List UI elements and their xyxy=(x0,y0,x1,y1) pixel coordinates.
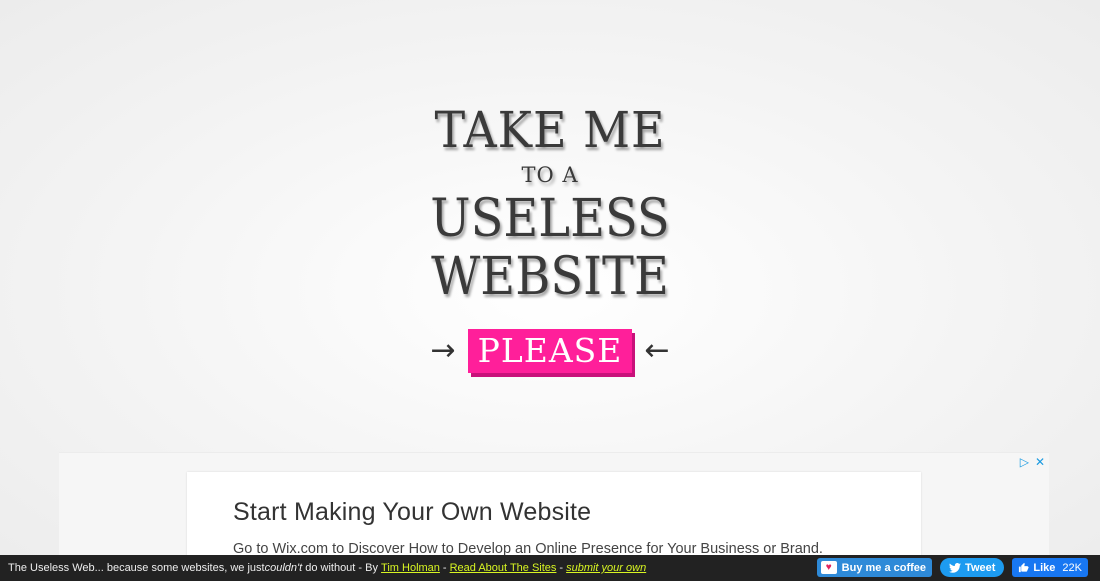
footer-bar: The Useless Web... because some websites… xyxy=(0,555,1100,581)
twitter-bird-icon xyxy=(949,562,962,573)
title-line-website: WEBSITE xyxy=(431,247,669,307)
footer-separator: - xyxy=(442,562,447,574)
ad-headline[interactable]: Start Making Your Own Website xyxy=(233,498,921,527)
social-buttons: ♥ Buy me a coffee Tweet Like 22K xyxy=(816,558,1088,577)
please-button[interactable]: PLEASE xyxy=(467,329,633,373)
footer-prefix: The Useless Web... because some websites… xyxy=(8,562,265,574)
buy-coffee-label: Buy me a coffee xyxy=(841,561,927,574)
ad-container: ▷ ✕ Start Making Your Own Website Go to … xyxy=(59,452,1049,581)
title-line-take-me: TAKE ME xyxy=(434,101,666,159)
submit-link[interactable]: submit your own xyxy=(566,562,646,574)
footer-separator: - xyxy=(559,562,564,574)
about-link[interactable]: Read About The Sites xyxy=(450,562,557,574)
like-label: Like xyxy=(1033,561,1056,574)
tweet-label: Tweet xyxy=(965,561,996,574)
like-count: 22K xyxy=(1062,561,1082,574)
ad-controls: ▷ ✕ xyxy=(1020,455,1045,469)
facebook-like-button[interactable]: Like 22K xyxy=(1012,558,1088,577)
footer-emphasis: couldn't xyxy=(264,562,303,574)
cta-row: → PLEASE ← xyxy=(0,329,1100,373)
thumbs-up-icon xyxy=(1019,562,1029,573)
author-link[interactable]: Tim Holman xyxy=(381,562,440,574)
close-icon[interactable]: ✕ xyxy=(1035,455,1045,469)
right-arrow-icon: → xyxy=(430,333,456,368)
coffee-cup-icon: ♥ xyxy=(820,561,837,574)
site-title: TAKE ME TO A USELESS WEBSITE xyxy=(0,100,1100,306)
tweet-button[interactable]: Tweet xyxy=(940,558,1005,577)
left-arrow-icon: ← xyxy=(644,333,670,368)
title-line-to-a: TO A xyxy=(521,163,579,187)
adchoices-icon[interactable]: ▷ xyxy=(1020,455,1029,469)
buy-coffee-button[interactable]: ♥ Buy me a coffee xyxy=(816,558,933,577)
footer-middle: do without - By xyxy=(302,562,382,574)
title-line-useless: USELESS xyxy=(430,189,670,249)
